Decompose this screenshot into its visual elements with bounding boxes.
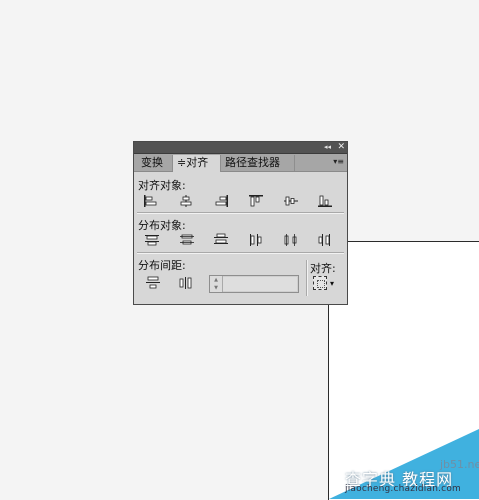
- align-objects-label: 对齐对象:: [138, 179, 186, 192]
- watermark-url: jiaocheng.chazidian.com: [345, 484, 461, 494]
- align-left-button[interactable]: [141, 194, 159, 208]
- distribute-objects-label: 分布对象:: [138, 219, 186, 232]
- distribute-top-icon: [145, 235, 159, 246]
- distribute-top-button[interactable]: [143, 233, 161, 247]
- align-horizontal-center-icon: [180, 195, 192, 207]
- horizontal-distribute-space-button[interactable]: [178, 276, 196, 290]
- close-panel-icon[interactable]: ✕: [337, 142, 345, 152]
- align-bottom-icon: [318, 195, 332, 207]
- distribute-bottom-button[interactable]: [212, 233, 230, 247]
- tab-transform[interactable]: 变换: [137, 155, 173, 171]
- vertical-divider: [306, 260, 308, 296]
- align-to-dropdown-icon[interactable]: ▾: [330, 279, 334, 288]
- panel-titlebar[interactable]: ◂◂ ✕: [134, 142, 347, 154]
- collapse-panel-icon[interactable]: ◂◂: [324, 143, 331, 151]
- align-vertical-center-icon: [284, 196, 298, 206]
- distribute-right-icon: [318, 234, 330, 246]
- stepper-arrows[interactable]: ▲ ▼: [210, 276, 223, 292]
- tab-align[interactable]: ≑对齐: [173, 155, 221, 172]
- align-vertical-center-button[interactable]: [282, 194, 300, 208]
- vertical-distribute-space-button[interactable]: [144, 276, 162, 290]
- stepper-up-icon[interactable]: ▲: [210, 276, 222, 284]
- watermark-domain: jb51.net: [440, 458, 479, 471]
- align-to-selection-icon[interactable]: [313, 276, 327, 290]
- stepper-down-icon[interactable]: ▼: [210, 284, 222, 292]
- align-to-label: 对齐:: [310, 262, 336, 275]
- align-top-button[interactable]: [247, 194, 265, 208]
- align-bottom-button[interactable]: [316, 194, 334, 208]
- panel-tabbar: 变换 ≑对齐 路径查找器 ▾≡: [134, 154, 347, 172]
- distribute-right-button[interactable]: [316, 233, 334, 247]
- spacing-value-field[interactable]: [223, 277, 297, 291]
- align-right-icon: [215, 195, 228, 207]
- distribute-left-icon: [250, 234, 262, 246]
- align-left-icon: [144, 195, 157, 207]
- tab-pathfinder[interactable]: 路径查找器: [221, 155, 295, 171]
- distribute-horizontal-center-button[interactable]: [282, 233, 300, 247]
- distribute-vertical-center-icon: [180, 234, 194, 245]
- distribute-bottom-icon: [214, 233, 228, 244]
- distribute-horizontal-center-icon: [284, 234, 297, 246]
- align-top-icon: [249, 195, 263, 207]
- panel-menu-icon[interactable]: ▾≡: [333, 157, 344, 166]
- spacing-stepper[interactable]: ▲ ▼: [209, 275, 299, 293]
- section-divider: [137, 212, 344, 214]
- align-panel: ◂◂ ✕ 变换 ≑对齐 路径查找器 ▾≡ 对齐对象: 分布对象: 分布间距: ▲…: [133, 141, 348, 305]
- align-horizontal-center-button[interactable]: [177, 194, 195, 208]
- distribute-spacing-label: 分布间距:: [138, 259, 186, 272]
- horizontal-distribute-space-icon: [179, 277, 192, 289]
- align-right-button[interactable]: [213, 194, 231, 208]
- distribute-vertical-center-button[interactable]: [178, 233, 196, 247]
- vertical-distribute-space-icon: [146, 276, 160, 289]
- distribute-left-button[interactable]: [247, 233, 265, 247]
- section-divider: [137, 252, 344, 254]
